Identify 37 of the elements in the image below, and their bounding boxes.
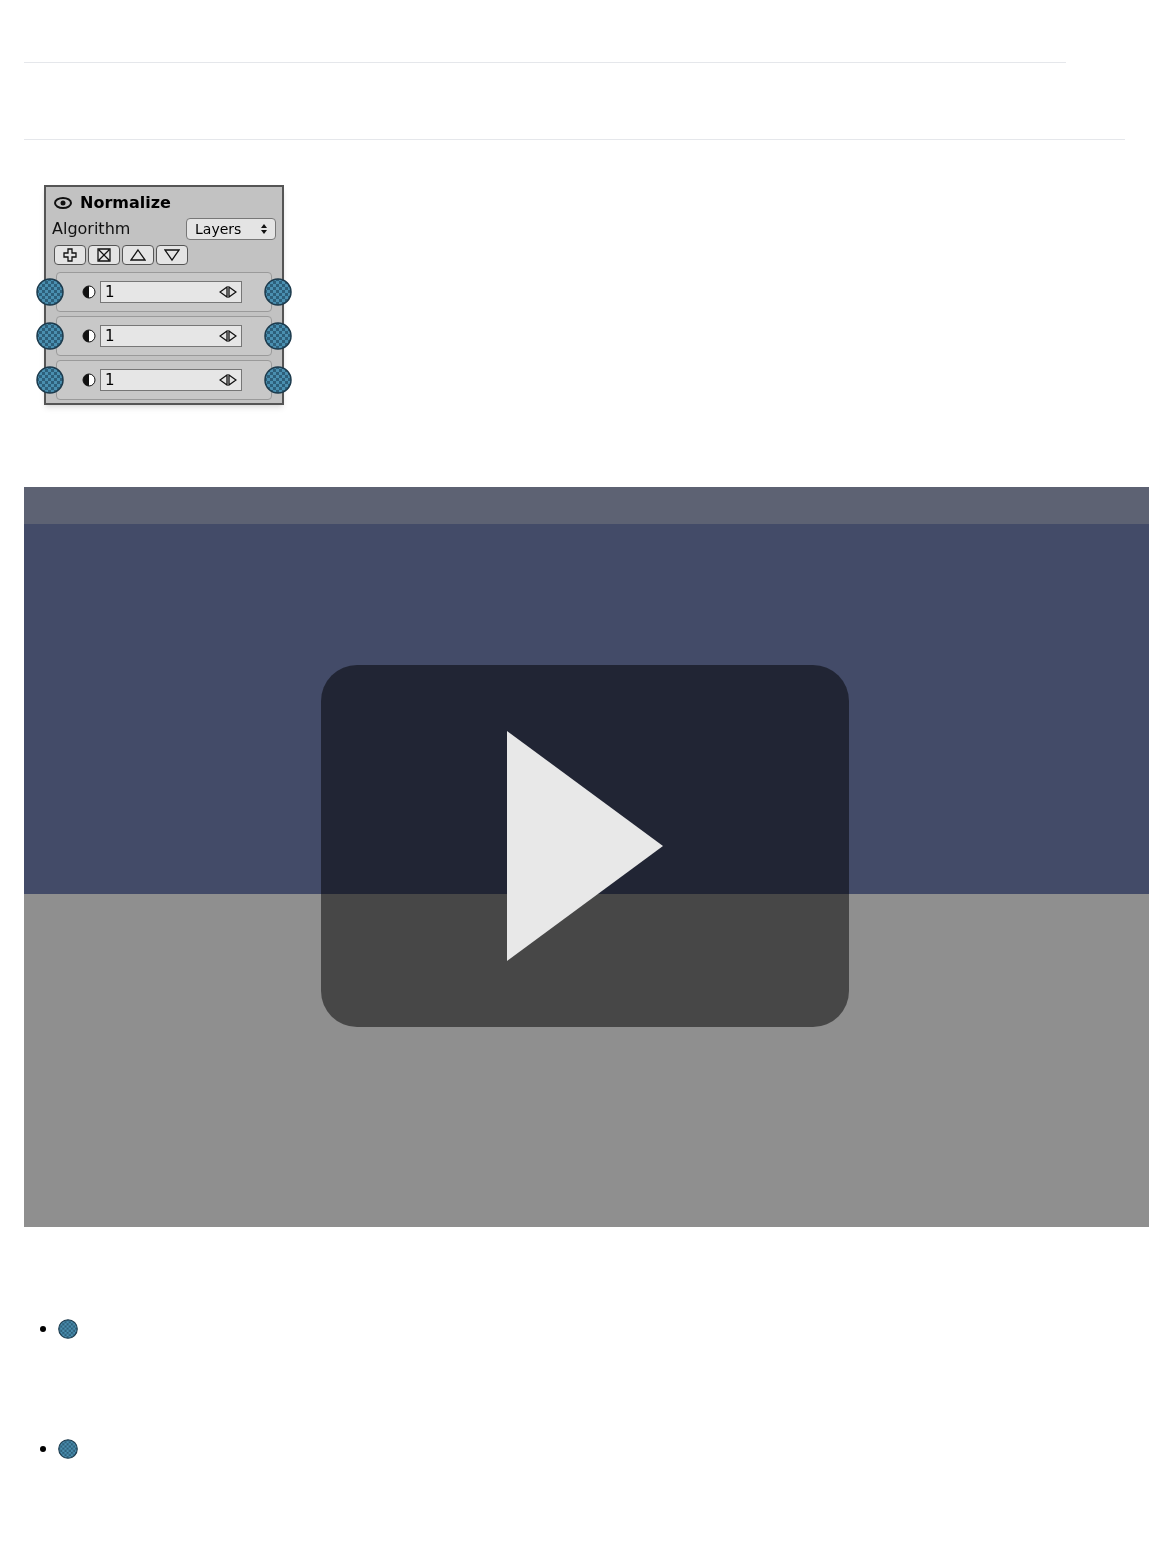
eye-icon[interactable] bbox=[54, 197, 72, 209]
port-icon bbox=[58, 1439, 78, 1459]
move-up-button[interactable] bbox=[122, 245, 154, 265]
contrast-icon bbox=[82, 329, 96, 343]
add-button[interactable] bbox=[54, 245, 86, 265]
port-icon bbox=[264, 366, 292, 394]
layer-value: 1 bbox=[105, 369, 115, 391]
port-icon bbox=[264, 278, 292, 306]
layer-value-field[interactable]: 1 bbox=[100, 369, 242, 391]
add-icon bbox=[62, 247, 78, 263]
move-down-icon bbox=[164, 247, 180, 263]
port-icon bbox=[36, 278, 64, 306]
play-icon bbox=[507, 731, 663, 961]
algorithm-label: Algorithm bbox=[52, 218, 131, 240]
move-down-button[interactable] bbox=[156, 245, 188, 265]
remove-icon bbox=[96, 247, 112, 263]
dropdown-arrows-icon bbox=[261, 224, 267, 234]
node-title: Normalize bbox=[80, 192, 171, 214]
drag-arrows-icon bbox=[219, 374, 237, 386]
port-icon bbox=[58, 1319, 78, 1339]
drag-arrows-icon bbox=[219, 286, 237, 298]
play-button[interactable] bbox=[321, 665, 849, 1027]
contrast-icon bbox=[82, 373, 96, 387]
drag-arrows-icon bbox=[219, 330, 237, 342]
video-thumbnail[interactable] bbox=[24, 487, 1149, 1227]
layer-value-field[interactable]: 1 bbox=[100, 281, 242, 303]
remove-button[interactable] bbox=[88, 245, 120, 265]
algorithm-dropdown[interactable]: Layers bbox=[186, 218, 276, 240]
algorithm-value: Layers bbox=[195, 219, 242, 239]
port-icon bbox=[36, 322, 64, 350]
move-up-icon bbox=[130, 247, 146, 263]
layer-value-field[interactable]: 1 bbox=[100, 325, 242, 347]
layer-value: 1 bbox=[105, 325, 115, 347]
contrast-icon bbox=[82, 285, 96, 299]
layer-value: 1 bbox=[105, 281, 115, 303]
port-icon bbox=[36, 366, 64, 394]
port-icon bbox=[264, 322, 292, 350]
